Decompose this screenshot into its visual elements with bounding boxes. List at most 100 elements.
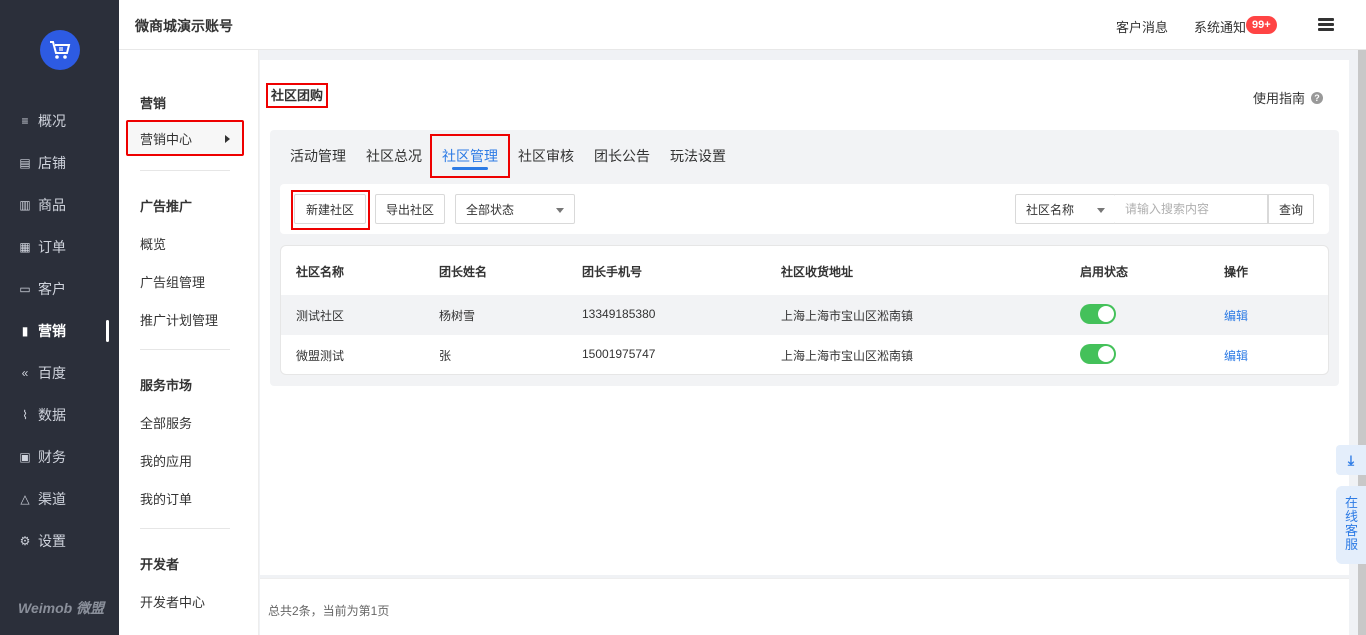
pagination-summary: 总共2条，当前为第1页	[268, 604, 390, 618]
edit-link[interactable]: 编辑	[1224, 347, 1248, 364]
community-panel: 活动管理 社区总况 社区管理 社区审核 团长公告 玩法设置 新建社区 导出社区 …	[270, 130, 1339, 386]
subnav-item-all-services[interactable]: 全部服务	[140, 413, 192, 432]
group-title-ads: 广告推广	[140, 199, 193, 214]
chevron-down-icon	[1097, 208, 1105, 213]
sidebar-item-overview[interactable]: ≡ 概况	[18, 111, 66, 131]
search-field-value: 社区名称	[1026, 202, 1075, 217]
chevron-down-icon	[556, 208, 564, 213]
tab-review[interactable]: 社区审核	[518, 146, 574, 166]
tab-highlight-box	[430, 134, 510, 178]
help-icon: ?	[1311, 91, 1323, 104]
goods-icon: ▥	[19, 198, 31, 212]
download-icon[interactable]: ⤓	[1336, 445, 1366, 475]
group-title-marketing: 营销	[140, 96, 167, 111]
topbar: 微商城演示账号 客户消息 系统通知 99+	[119, 0, 1366, 50]
sidebar-item-marketing[interactable]: ▮ 营销	[18, 321, 66, 341]
col-action: 操作	[1224, 265, 1249, 279]
sidebar-item-settings[interactable]: ⚙ 设置	[18, 531, 66, 551]
sidebar-item-label: 渠道	[38, 491, 66, 507]
sidebar-item-label: 订单	[38, 239, 66, 255]
sidebar-item-label: 百度	[38, 365, 66, 381]
col-status: 启用状态	[1080, 265, 1129, 279]
table-header: 社区名称 团长姓名 团长手机号 社区收货地址 启用状态 操作	[281, 251, 1328, 291]
sidebar-item-channel[interactable]: △ 渠道	[18, 489, 66, 509]
channel-icon: △	[20, 492, 30, 506]
sidebar-item-finance[interactable]: ▣ 财务	[18, 447, 66, 467]
tab-rules[interactable]: 玩法设置	[670, 146, 726, 166]
sidebar-item-data[interactable]: ⌇ 数据	[18, 405, 66, 425]
subnav-item-dev-center[interactable]: 开发者中心	[140, 592, 205, 611]
usage-guide-link[interactable]: 使用指南 ?	[1253, 88, 1323, 107]
sidebar-item-label: 商品	[38, 197, 66, 213]
shop-name[interactable]: 微商城演示账号	[135, 16, 233, 36]
system-notice-link[interactable]: 系统通知	[1194, 17, 1246, 36]
main-content: 社区团购 使用指南 ? 活动管理 社区总况 社区管理 社区审核 团长公告 玩法设…	[260, 60, 1349, 575]
pagination-footer: 总共2条，当前为第1页	[260, 578, 1349, 635]
customer-message-link[interactable]: 客户消息	[1116, 17, 1168, 36]
search-input[interactable]	[1115, 194, 1268, 224]
caret-right-icon	[225, 135, 230, 143]
tab-overview[interactable]: 社区总况	[366, 146, 422, 166]
finance-icon: ▣	[19, 450, 31, 464]
edit-link[interactable]: 编辑	[1224, 307, 1248, 324]
tab-activity[interactable]: 活动管理	[290, 146, 346, 166]
sidebar-item-orders[interactable]: ▦ 订单	[18, 237, 66, 257]
cell-leader: 张	[439, 349, 452, 363]
guide-label: 使用指南	[1252, 91, 1305, 106]
sidebar-item-goods[interactable]: ▥ 商品	[18, 195, 66, 215]
tab-announcement[interactable]: 团长公告	[594, 146, 650, 166]
col-leader: 团长姓名	[439, 265, 488, 279]
query-button[interactable]: 查询	[1268, 194, 1314, 224]
cell-phone: 13349185380	[582, 307, 656, 321]
status-select-value: 全部状态	[466, 202, 515, 217]
subnav-item-ad-groups[interactable]: 广告组管理	[140, 272, 205, 291]
sidebar-item-label: 店铺	[38, 155, 66, 171]
cell-name: 测试社区	[296, 309, 345, 323]
tab-active-underline	[452, 167, 488, 170]
store-icon: ▤	[19, 156, 31, 170]
sidebar-item-label: 财务	[38, 449, 66, 465]
group-title-developer: 开发者	[140, 557, 180, 572]
community-table: 社区名称 团长姓名 团长手机号 社区收货地址 启用状态 操作 测试社区 杨树雪 …	[280, 245, 1329, 375]
subnav-item-overview[interactable]: 概览	[140, 234, 166, 253]
sidebar-item-baidu[interactable]: « 百度	[18, 363, 66, 383]
sidebar-item-customers[interactable]: ▭ 客户	[18, 279, 66, 299]
subnav-item-label: 营销中心	[140, 131, 193, 147]
search-field-select[interactable]: 社区名称	[1015, 194, 1116, 224]
sidebar-item-label: 客户	[38, 281, 66, 297]
new-community-button[interactable]: 新建社区	[294, 194, 366, 224]
cell-phone: 15001975747	[582, 347, 656, 361]
cell-name: 微盟测试	[296, 349, 345, 363]
divider	[140, 349, 230, 350]
data-icon: ⌇	[22, 408, 28, 422]
hamburger-menu-icon[interactable]	[1318, 18, 1334, 32]
main-sidebar: ≡ 概况 ▤ 店铺 ▥ 商品 ▦ 订单 ▭ 客户 ▮ 营销 « 百度 ⌇ 数据 …	[0, 0, 119, 635]
sidebar-item-store[interactable]: ▤ 店铺	[18, 153, 66, 173]
subnav-item-marketing-center[interactable]: 营销中心	[126, 120, 244, 156]
cart-logo-icon[interactable]	[40, 30, 80, 70]
bar-chart-icon: ▮	[21, 324, 29, 338]
col-phone: 团长手机号	[582, 265, 643, 279]
status-select[interactable]: 全部状态	[455, 194, 575, 224]
subnav-item-plans[interactable]: 推广计划管理	[140, 310, 218, 329]
enable-toggle[interactable]	[1080, 344, 1116, 364]
sidebar-item-label: 数据	[38, 407, 66, 423]
subnav-item-my-apps[interactable]: 我的应用	[140, 451, 192, 470]
subnav-item-my-orders[interactable]: 我的订单	[140, 489, 192, 508]
page-title: 社区团购	[266, 83, 329, 108]
export-community-button[interactable]: 导出社区	[375, 194, 445, 224]
secondary-sidebar: 营销 营销中心 广告推广 概览 广告组管理 推广计划管理 服务市场 全部服务 我…	[119, 50, 259, 635]
active-indicator	[106, 320, 109, 342]
customer-icon: ▭	[19, 282, 31, 296]
online-service-button[interactable]: 在线客服	[1336, 486, 1366, 564]
cell-leader: 杨树雪	[439, 309, 476, 323]
divider	[140, 528, 230, 529]
sidebar-item-label: 概况	[38, 113, 66, 129]
table-row: 测试社区 杨树雪 13349185380 上海上海市宝山区淞南镇 编辑	[281, 295, 1328, 335]
group-title-market: 服务市场	[140, 378, 193, 393]
sidebar-item-label: 设置	[38, 533, 66, 549]
enable-toggle[interactable]	[1080, 304, 1116, 324]
col-name: 社区名称	[296, 265, 345, 279]
order-icon: ▦	[19, 240, 31, 254]
col-address: 社区收货地址	[781, 265, 854, 279]
